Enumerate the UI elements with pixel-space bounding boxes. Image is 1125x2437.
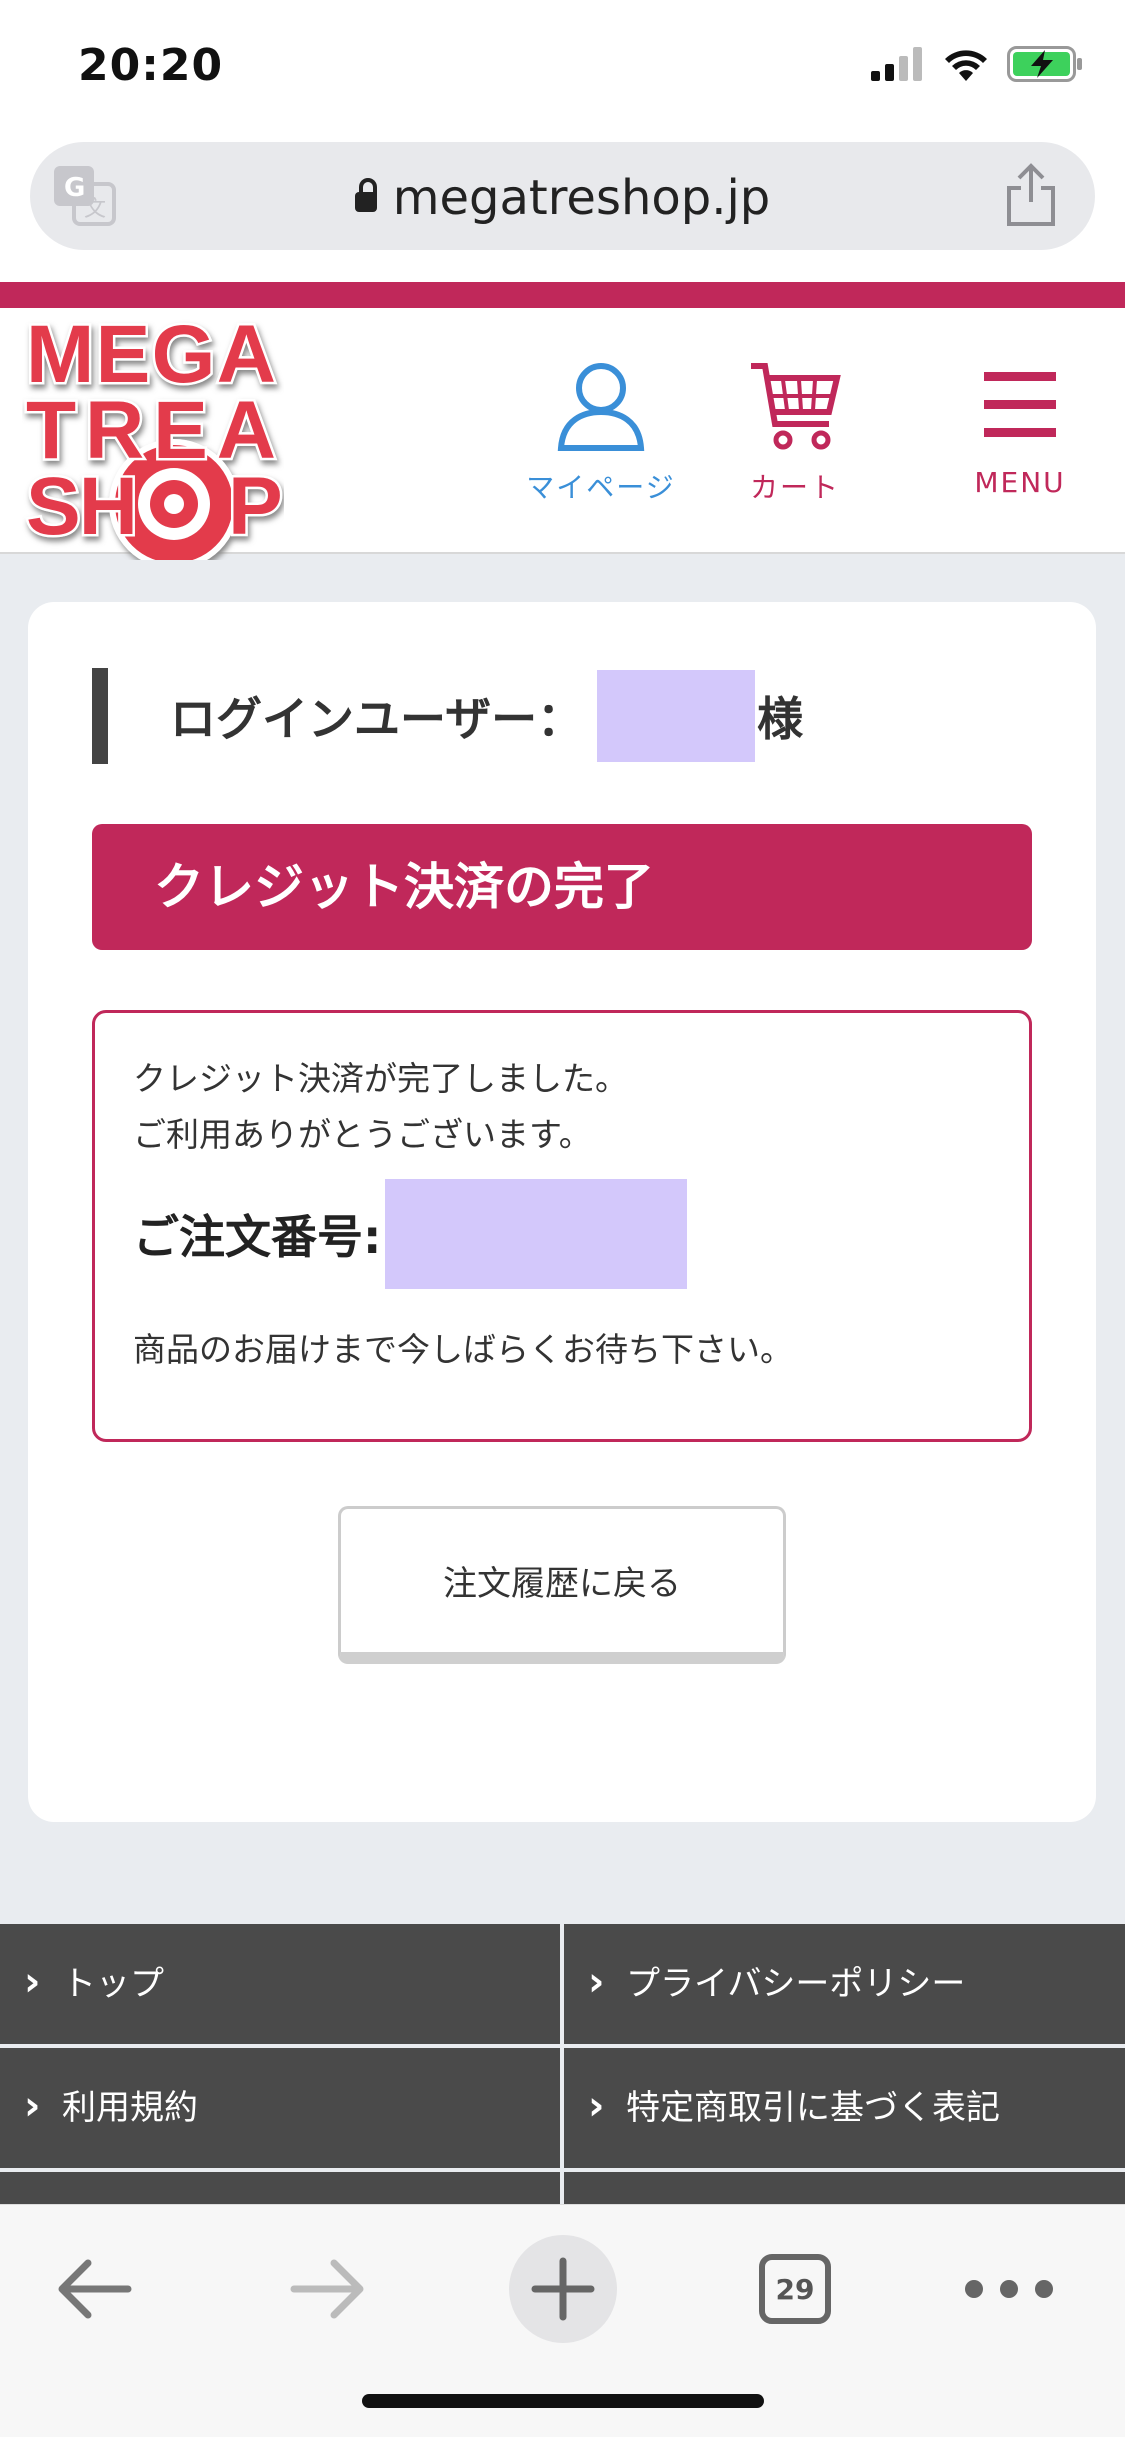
site-header: MEGA TREA SH P マイページ カート MENU [0,282,1125,560]
footer-link-terms[interactable]: 利用規約 [0,2046,560,2168]
cart-icon [751,363,841,450]
status-icons [871,46,1083,82]
lock-icon [354,178,377,212]
browser-toolbar: G 文 megatreshop.jp [0,120,1125,282]
forward-arrow-icon[interactable] [262,2225,392,2355]
footer-divider [560,1924,564,2204]
mypage-button[interactable]: マイページ [526,358,676,506]
more-options-icon[interactable] [944,2225,1074,2355]
new-tab-icon[interactable] [498,2225,628,2355]
message-box: クレジット決済が完了しました。 ご利用ありがとうございます。 ご注文番号: 商品… [92,1010,1032,1442]
share-icon[interactable] [1001,162,1061,228]
login-label: ログインユーザー： [170,692,584,746]
mypage-label: マイページ [526,471,676,504]
menu-label: MENU [974,466,1066,499]
status-time: 20:20 [78,40,224,91]
section-title: クレジット決済の完了 [92,824,1032,950]
back-arrow-icon[interactable] [30,2225,160,2355]
wifi-icon [945,50,987,81]
url-display[interactable]: megatreshop.jp [30,170,1095,226]
user-icon [557,363,645,451]
footer-link-tokushoho[interactable]: 特定商取引に基づく表記 [564,2046,1125,2168]
order-number: ご注文番号: [133,1179,991,1289]
site-logo[interactable]: MEGA TREA SH P [22,308,284,560]
footer-links: トップ プライバシーポリシー 利用規約 特定商取引に基づく表記 [0,1922,1125,2204]
login-user: ログインユーザー： 様 [92,668,803,764]
message-line-1: クレジット決済が完了しました。 [133,1059,628,1098]
signal-icon [871,47,922,81]
footer-divider [0,2044,1125,2048]
redacted-order-number [385,1179,688,1289]
battery-charging-icon [1007,46,1082,82]
tab-count: 29 [775,2273,815,2306]
footer-divider [0,2168,1125,2172]
footer-link-top[interactable]: トップ [0,1922,560,2044]
footer-link-privacy[interactable]: プライバシーポリシー [564,1922,1125,2044]
cart-button[interactable]: カート [730,358,860,506]
svg-text:P: P [228,461,283,552]
delivery-notice: 商品のお届けまで今しばらくお待ち下さい。 [133,1330,793,1369]
order-label: ご注文番号: [133,1210,382,1264]
login-suffix: 様 [757,692,804,746]
redacted-username [597,670,756,762]
tabs-button[interactable]: 29 [730,2225,860,2355]
home-indicator [362,2394,764,2408]
status-bar: 20:20 [0,0,1125,140]
address-bar[interactable]: G 文 megatreshop.jp [30,142,1095,250]
back-to-order-history-button[interactable]: 注文履歴に戻る [338,1506,786,1664]
content-card: ログインユーザー： 様 クレジット決済の完了 クレジット決済が完了しました。 ご… [28,602,1096,1822]
hamburger-icon [984,372,1056,437]
url-text: megatreshop.jp [392,170,771,226]
cart-label: カート [749,471,840,504]
message-line-2: ご利用ありがとうございます。 [133,1115,592,1154]
menu-button[interactable]: MENU [960,358,1080,499]
svg-text:SH: SH [26,461,138,552]
